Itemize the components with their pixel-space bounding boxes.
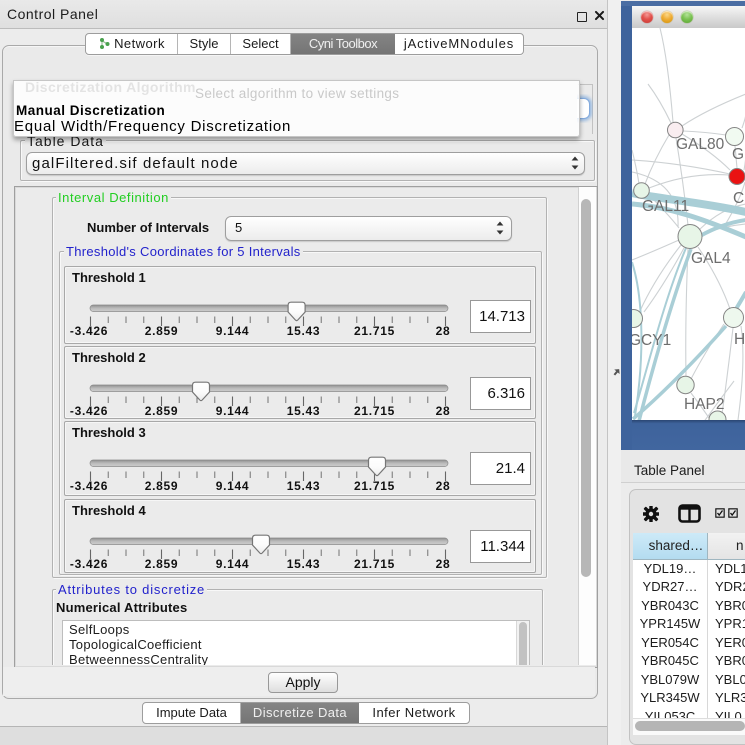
svg-text:H: H — [734, 331, 745, 348]
svg-text:HAP2: HAP2 — [684, 396, 725, 413]
svg-text:G…: G… — [732, 146, 745, 163]
svg-text:GCY1: GCY1 — [632, 332, 671, 349]
svg-text:C…: C… — [733, 190, 745, 207]
svg-text:GAL80: GAL80 — [676, 136, 725, 153]
svg-text:GAL4: GAL4 — [691, 250, 731, 267]
svg-text:GAL11: GAL11 — [642, 198, 689, 215]
